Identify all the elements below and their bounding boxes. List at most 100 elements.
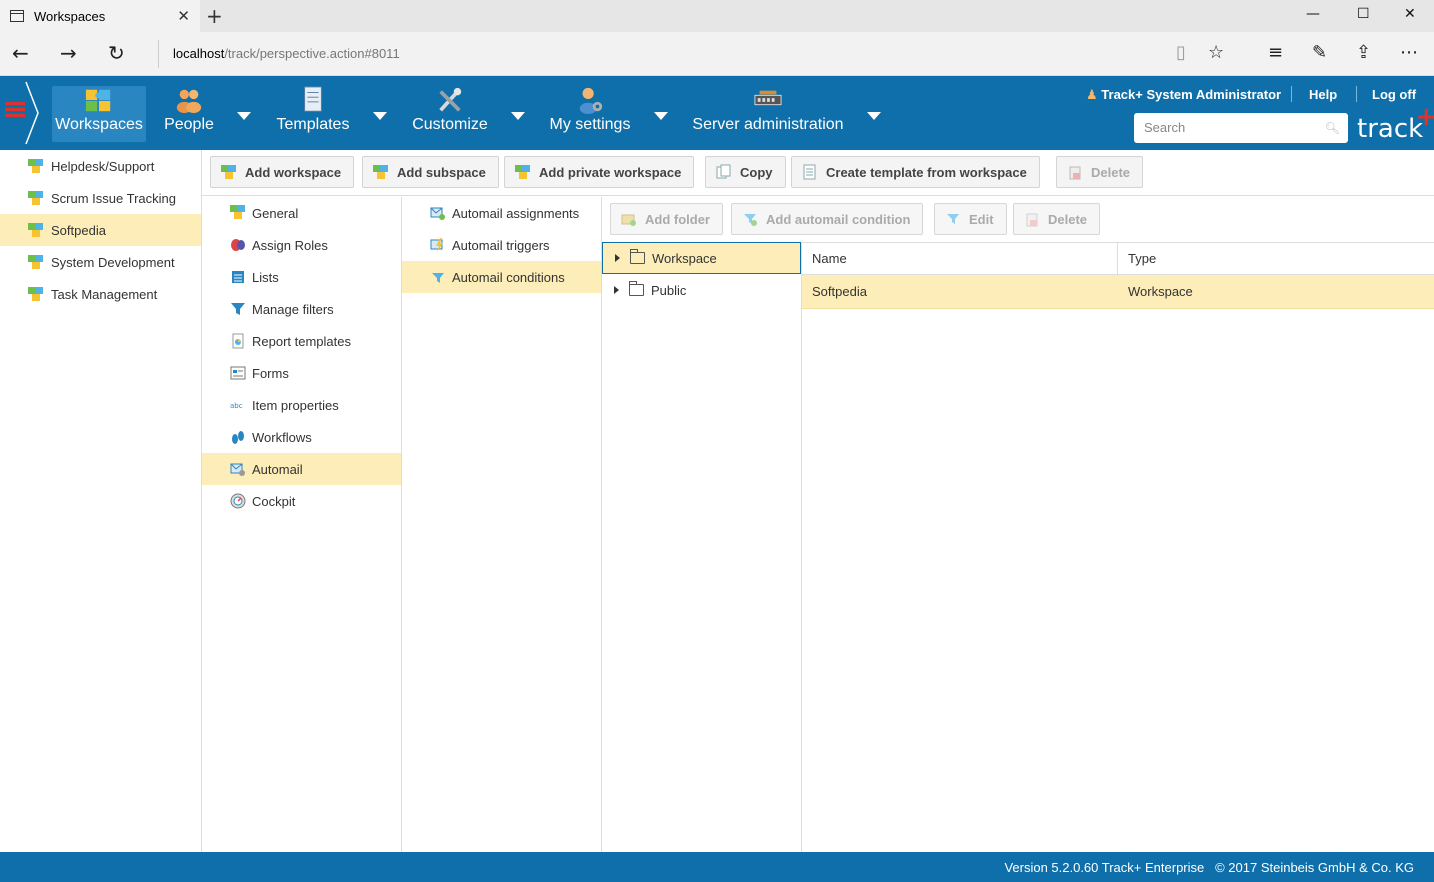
add-folder-button[interactable]: Add folder	[610, 203, 723, 235]
menu-item-item-properties[interactable]: abc Item properties	[202, 389, 401, 421]
folder-icon	[630, 249, 645, 264]
submenu-automail-triggers[interactable]: Automail triggers	[402, 229, 601, 261]
add-workspace-button[interactable]: Add workspace	[210, 156, 355, 188]
menu-item-lists[interactable]: Lists	[202, 261, 401, 293]
button-label: Add private workspace	[539, 164, 682, 180]
submenu-automail-assignments[interactable]: Automail assignments	[402, 197, 601, 229]
add-subspace-button[interactable]: Add subspace	[362, 156, 499, 188]
menu-label: Cockpit	[252, 493, 296, 509]
menu-label: Assign Roles	[252, 237, 328, 253]
menu-item-automail[interactable]: Automail	[202, 453, 401, 485]
menu-label: Item properties	[252, 397, 339, 413]
minimize-icon[interactable]: —	[1306, 6, 1320, 22]
my-settings-icon	[579, 87, 603, 114]
submenu-label: Automail triggers	[452, 237, 550, 253]
hub-icon[interactable]: ≡	[1268, 42, 1283, 63]
workspace-item[interactable]: Scrum Issue Tracking	[0, 182, 201, 214]
table-row[interactable]: Softpedia Workspace	[802, 275, 1434, 309]
add-private-workspace-icon	[515, 164, 531, 180]
browser-tab[interactable]: Workspaces ✕	[0, 0, 200, 32]
conditions-icon	[432, 273, 444, 283]
url-field[interactable]: localhost/track/perspective.action#8011	[158, 40, 400, 68]
back-icon[interactable]: ←	[12, 41, 29, 65]
expand-icon[interactable]	[615, 254, 620, 262]
menu-item-report-templates[interactable]: Report templates	[202, 325, 401, 357]
tree-node-workspace[interactable]: Workspace	[602, 242, 801, 274]
nav-label: Templates	[276, 116, 350, 133]
column-header-type[interactable]: Type	[1118, 243, 1434, 275]
copy-button[interactable]: Copy	[705, 156, 786, 188]
nav-templates[interactable]: Templates	[274, 86, 352, 142]
menu-item-manage-filters[interactable]: Manage filters	[202, 293, 401, 325]
nav-my-settings[interactable]: My settings	[548, 86, 632, 142]
submenu-automail-conditions[interactable]: Automail conditions	[402, 261, 601, 293]
workspace-label: Helpdesk/Support	[51, 158, 155, 174]
people-dropdown-icon[interactable]	[237, 112, 251, 120]
customize-dropdown-icon[interactable]	[511, 112, 525, 120]
nav-customize[interactable]: Customize	[410, 86, 490, 142]
workspace-item[interactable]: Task Management	[0, 278, 201, 310]
add-automail-condition-button[interactable]: Add automail condition	[731, 203, 924, 235]
menu-item-cockpit[interactable]: Cockpit	[202, 485, 401, 517]
nav-people[interactable]: People	[162, 86, 216, 142]
chevron-right-icon	[25, 81, 39, 145]
more-icon[interactable]: ⋯	[1400, 42, 1418, 63]
close-tab-icon[interactable]: ✕	[177, 7, 190, 25]
add-private-workspace-button[interactable]: Add private workspace	[504, 156, 695, 188]
url-path: /track/perspective.action#8011	[224, 46, 400, 61]
column-header-name[interactable]: Name	[802, 243, 1118, 275]
create-template-button[interactable]: Create template from workspace	[791, 156, 1040, 188]
favorite-star-icon[interactable]: ☆	[1208, 42, 1224, 63]
folder-icon	[629, 281, 644, 296]
version-text: Version 5.2.0.60 Track+ Enterprise	[1004, 860, 1205, 875]
reading-view-icon[interactable]: ▯	[1176, 42, 1186, 63]
search-icon[interactable]: 🔍︎	[1325, 113, 1340, 143]
web-note-icon[interactable]: ✎	[1312, 42, 1327, 63]
log-off-link[interactable]: Log off	[1372, 87, 1416, 102]
templates-dropdown-icon[interactable]	[373, 112, 387, 120]
nav-server-administration[interactable]: Server administration	[690, 86, 846, 142]
server-admin-dropdown-icon[interactable]	[867, 112, 881, 120]
assignments-icon	[430, 207, 445, 220]
new-tab-icon[interactable]: +	[206, 4, 223, 28]
forward-icon[interactable]: →	[60, 41, 77, 65]
menu-item-workflows[interactable]: Workflows	[202, 421, 401, 453]
grid-header: Name Type	[802, 242, 1434, 275]
menu-label: Forms	[252, 365, 289, 381]
menu-item-general[interactable]: General	[202, 197, 401, 229]
menu-label: Manage filters	[252, 301, 334, 317]
close-window-icon[interactable]: ✕	[1404, 6, 1416, 22]
share-icon[interactable]: ⇪	[1356, 42, 1371, 63]
separator	[1291, 86, 1292, 102]
refresh-icon[interactable]: ↻	[108, 41, 125, 65]
workspace-icon	[28, 191, 44, 205]
add-subspace-icon	[373, 164, 389, 180]
workspace-item[interactable]: System Development	[0, 246, 201, 278]
workspace-item-selected[interactable]: Softpedia	[0, 214, 201, 246]
edit-button[interactable]: Edit	[934, 203, 1007, 235]
delete-condition-button[interactable]: Delete	[1013, 203, 1101, 235]
workspace-item[interactable]: Helpdesk/Support	[0, 150, 201, 182]
button-label: Add workspace	[245, 164, 342, 180]
menu-icon[interactable]	[5, 102, 25, 118]
config-menu: General Assign Roles Lists Manage filter…	[202, 197, 402, 852]
menu-item-forms[interactable]: Forms	[202, 357, 401, 389]
template-icon	[802, 164, 818, 180]
button-label: Add folder	[645, 211, 710, 227]
tree-node-public[interactable]: Public	[602, 274, 801, 306]
cockpit-icon	[230, 493, 246, 509]
nav-workspaces[interactable]: Workspaces	[52, 86, 146, 142]
help-link[interactable]: Help	[1309, 87, 1337, 102]
current-user[interactable]: ♟ Track+ System Administrator	[1086, 87, 1281, 103]
conditions-grid: Name Type Softpedia Workspace	[802, 242, 1434, 852]
delete-workspace-button[interactable]: Delete	[1056, 156, 1144, 188]
my-settings-dropdown-icon[interactable]	[654, 112, 668, 120]
maximize-icon[interactable]: ☐	[1357, 6, 1370, 22]
copy-icon	[716, 164, 732, 180]
expand-icon[interactable]	[614, 286, 619, 294]
nav-label: Customize	[412, 116, 488, 133]
menu-item-assign-roles[interactable]: Assign Roles	[202, 229, 401, 261]
search-input[interactable]: Search 🔍︎	[1134, 113, 1348, 143]
menu-label: Report templates	[252, 333, 351, 349]
cell-name: Softpedia	[812, 284, 867, 299]
